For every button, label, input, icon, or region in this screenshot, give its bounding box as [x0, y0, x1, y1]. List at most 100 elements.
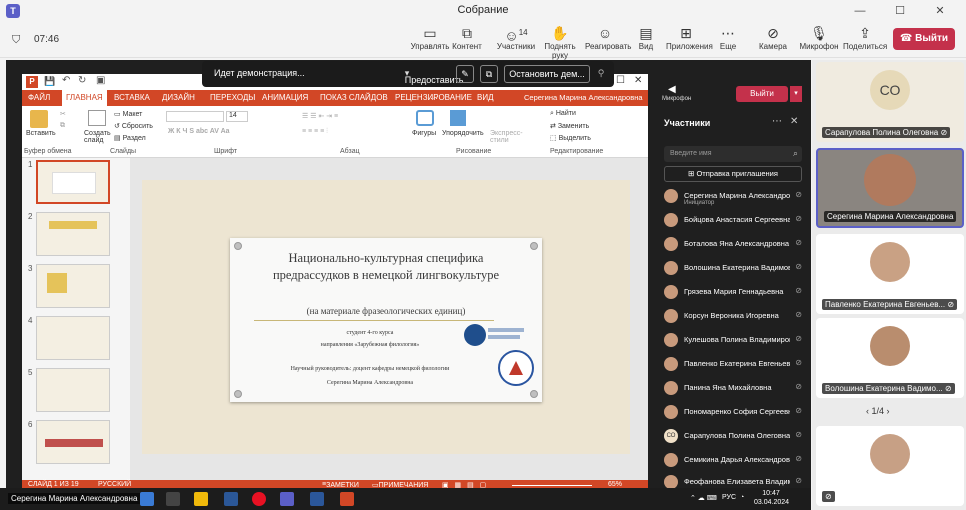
- annotate-icon[interactable]: ✎: [456, 65, 474, 83]
- word-icon[interactable]: [310, 492, 324, 506]
- slide-thumbnail[interactable]: [36, 264, 110, 308]
- search-input[interactable]: Введите имя ⌕: [664, 146, 802, 162]
- tab-transitions[interactable]: ПЕРЕХОДЫ: [210, 93, 255, 102]
- maximize-icon[interactable]: ☐: [616, 75, 625, 86]
- zoom-slider[interactable]: [512, 485, 592, 486]
- zoom-level[interactable]: 65%: [608, 481, 622, 488]
- participant-row[interactable]: Грязева Мария Геннадьевна ⊘: [664, 282, 804, 302]
- undo-icon[interactable]: ↶: [62, 75, 70, 86]
- tab-insert[interactable]: ВСТАВКА: [114, 93, 150, 102]
- tab-view[interactable]: ВИД: [477, 93, 494, 102]
- video-tile[interactable]: ⊘: [816, 426, 964, 506]
- font-name-select[interactable]: [166, 111, 224, 122]
- reset-button[interactable]: ↺ Сбросить: [114, 122, 153, 130]
- quick-styles-button[interactable]: Экспресс-стили: [490, 130, 524, 144]
- leave-button[interactable]: ☎ Выйти: [893, 28, 955, 50]
- language-indicator[interactable]: РУССКИЙ: [98, 481, 131, 488]
- participant-row[interactable]: Серегина Марина АлександровнаИнициатор⊘: [664, 186, 804, 206]
- taskbar-app-icon[interactable]: [224, 492, 238, 506]
- avatar: [664, 453, 678, 467]
- chevron-down-icon[interactable]: ▾: [790, 86, 802, 102]
- participant-row[interactable]: Бойцова Анастасия Сергеевна ⊘: [664, 210, 804, 230]
- cut-icon[interactable]: ✂: [60, 110, 66, 118]
- current-slide[interactable]: Национально-культурная специфика предрас…: [142, 180, 630, 454]
- find-button[interactable]: ⌕ Найти: [550, 110, 576, 118]
- tab-animation[interactable]: АНИМАЦИЯ: [262, 93, 308, 102]
- font-size-select[interactable]: 14: [226, 111, 248, 122]
- content-button[interactable]: ⧉ Контент: [447, 24, 487, 51]
- share-button[interactable]: ⇪ Поделиться: [843, 24, 887, 51]
- participant-row[interactable]: СО Сарапулова Полина Олеговна ⊘: [664, 426, 804, 446]
- font-format-buttons[interactable]: Ж К Ч S abc AV Aa: [168, 128, 230, 135]
- raise-hand-button[interactable]: ✋ Поднять руку: [537, 24, 583, 60]
- teams-icon[interactable]: [280, 492, 294, 506]
- microphone-button[interactable]: 🎙 Микрофон: [796, 24, 842, 51]
- video-tile[interactable]: Павленко Екатерина Евгеньев... ⊘: [816, 234, 964, 314]
- participant-row[interactable]: Панина Яна Михайловна ⊘: [664, 378, 804, 398]
- close-window-button[interactable]: ✕: [925, 2, 955, 20]
- participant-row[interactable]: Волошина Екатерина Вадимовна ⊘: [664, 258, 804, 278]
- participant-row[interactable]: Павленко Екатерина Евгеньевна ⊘: [664, 354, 804, 374]
- more-icon[interactable]: ⋯: [772, 116, 782, 127]
- video-tile[interactable]: Волошина Екатерина Вадимо... ⊘: [816, 318, 964, 398]
- slide-thumbnail[interactable]: [36, 420, 110, 464]
- participant-row[interactable]: Кулешова Полина Владимировна ⊘: [664, 330, 804, 350]
- maximize-button[interactable]: ☐: [885, 2, 915, 20]
- slide-thumbnail[interactable]: [36, 316, 110, 360]
- opera-icon[interactable]: [252, 492, 266, 506]
- camera-button[interactable]: ⊘ Камера: [753, 24, 793, 51]
- close-icon[interactable]: ✕: [790, 116, 798, 127]
- view-button[interactable]: ▤ Вид: [626, 24, 666, 51]
- tab-slideshow[interactable]: ПОКАЗ СЛАЙДОВ: [320, 93, 388, 102]
- participant-row[interactable]: Боталова Яна Александровна ⊘: [664, 234, 804, 254]
- tab-design[interactable]: ДИЗАЙН: [162, 93, 195, 102]
- manage-share-button[interactable]: ▭ Управлять: [410, 24, 450, 51]
- paste-button[interactable]: Вставить: [26, 130, 56, 137]
- copy-icon[interactable]: ⧉: [60, 122, 65, 130]
- layout-button[interactable]: ▭ Макет: [114, 110, 142, 118]
- stop-sharing-button[interactable]: Остановить дем...: [504, 65, 590, 83]
- tab-file[interactable]: ФАЙЛ: [28, 93, 50, 102]
- participants-button[interactable]: ☺14 Участники: [496, 24, 536, 51]
- slide-thumbnail[interactable]: [36, 160, 110, 204]
- participant-row[interactable]: Пономаренко София Сергеевна ⊘: [664, 402, 804, 422]
- replace-button[interactable]: ⇄ Заменить: [550, 122, 589, 130]
- shapes-button[interactable]: Фигуры: [412, 130, 436, 137]
- pop-out-icon[interactable]: ⧉: [480, 65, 498, 83]
- arrange-button[interactable]: Упорядочить: [442, 130, 484, 137]
- panel-leave-button[interactable]: Выйти: [736, 86, 788, 102]
- tab-home[interactable]: ГЛАВНАЯ: [62, 90, 107, 106]
- more-button[interactable]: ⋯ Еще: [708, 24, 748, 51]
- give-control-button[interactable]: Предоставить ... ▾: [364, 65, 464, 101]
- send-invite-button[interactable]: ⊞ Отправка приглашения: [664, 166, 802, 182]
- keyboard-language[interactable]: РУС: [722, 494, 736, 501]
- participant-row[interactable]: Корсун Вероника Игоревна ⊘: [664, 306, 804, 326]
- video-tile[interactable]: Серегина Марина Александровна: [816, 148, 964, 228]
- slide-thumbnail[interactable]: [36, 212, 110, 256]
- list-buttons[interactable]: ☰ ☰ ⇤ ⇥ ≡: [302, 112, 338, 120]
- participant-row[interactable]: Семикина Дарья Александровна ⊘: [664, 450, 804, 470]
- slideshow-icon[interactable]: ▣: [96, 75, 105, 86]
- notes-button[interactable]: ≡ ЗАМЕТКИ: [322, 481, 359, 489]
- powerpoint-icon[interactable]: [340, 492, 354, 506]
- taskbar-app-icon[interactable]: [166, 492, 180, 506]
- close-icon[interactable]: ✕: [634, 75, 642, 86]
- react-button[interactable]: ☺ Реагировать: [585, 24, 631, 51]
- mic-header-icon[interactable]: ◀: [668, 84, 676, 95]
- video-tile[interactable]: СО Сарапулова Полина Олеговна ⊘: [816, 62, 964, 142]
- taskbar-app-icon[interactable]: [194, 492, 208, 506]
- apps-button[interactable]: ⊞ Приложения: [666, 24, 713, 51]
- section-button[interactable]: ▤ Раздел: [114, 134, 146, 142]
- redo-icon[interactable]: ↻: [78, 75, 86, 86]
- select-button[interactable]: ⬚ Выделить: [550, 134, 591, 142]
- taskbar-app-icon[interactable]: [140, 492, 154, 506]
- save-icon[interactable]: 💾: [44, 76, 55, 87]
- account-name[interactable]: Серегина Марина Александровна: [524, 93, 643, 102]
- slide-thumbnail[interactable]: [36, 368, 110, 412]
- align-buttons[interactable]: ≡ ≡ ≡ ≡ ⫶: [302, 128, 328, 136]
- pin-icon[interactable]: ⚲: [594, 65, 608, 83]
- gallery-pager[interactable]: ‹ 1/4 ›: [866, 406, 890, 416]
- minimize-button[interactable]: —: [845, 2, 875, 20]
- new-slide-button[interactable]: Создать слайд: [84, 130, 114, 144]
- tray-icons[interactable]: ⌃ ☁ ⌨: [690, 494, 717, 502]
